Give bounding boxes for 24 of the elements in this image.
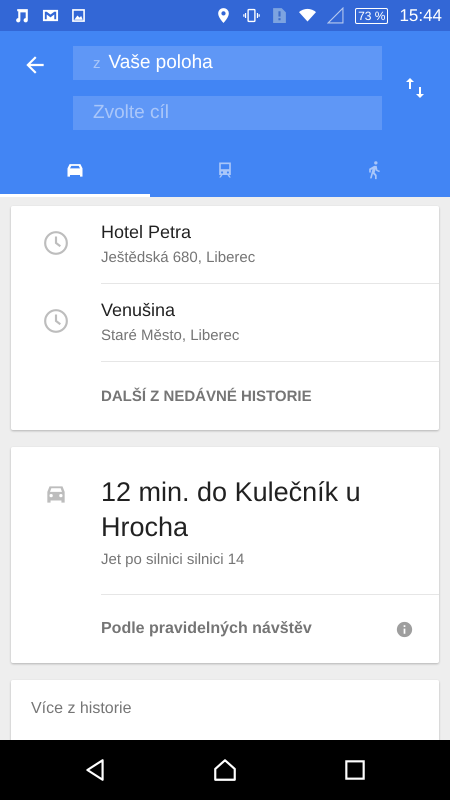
suggestion-title[interactable]: 12 min. do Kulečník u Hrocha	[101, 475, 439, 545]
clock-icon	[43, 230, 69, 256]
more-history-link[interactable]: DALŠÍ Z NEDÁVNÉ HISTORIE	[11, 362, 439, 430]
music-note-icon	[14, 7, 31, 24]
place-name[interactable]: Venušina	[101, 300, 439, 321]
place-address: Staré Město, Liberec	[101, 327, 240, 344]
wifi-icon	[299, 7, 316, 24]
place-address: Ještědská 680, Liberec	[101, 249, 256, 266]
home-nav-icon[interactable]	[212, 757, 238, 783]
mail-icon	[42, 7, 59, 24]
clock-time: 15:44	[399, 6, 442, 26]
destination-field[interactable]: Zvolte cíl	[73, 96, 382, 130]
sim-alert-icon	[271, 7, 288, 24]
image-icon	[70, 7, 87, 24]
suggestion-subtitle: Jet po silnici silnici 14	[101, 551, 246, 568]
place-name[interactable]: Hotel Petra	[101, 222, 439, 243]
vibrate-icon	[243, 7, 260, 24]
more-history-label[interactable]: Více z historie	[31, 700, 132, 717]
battery-indicator: 73 %	[355, 8, 388, 24]
signal-icon	[327, 7, 344, 24]
info-icon[interactable]	[396, 620, 413, 638]
swap-icon[interactable]	[405, 76, 425, 100]
suggestion-reason: Podle pravidelných návštěv	[101, 620, 312, 638]
clock-icon	[43, 308, 69, 334]
